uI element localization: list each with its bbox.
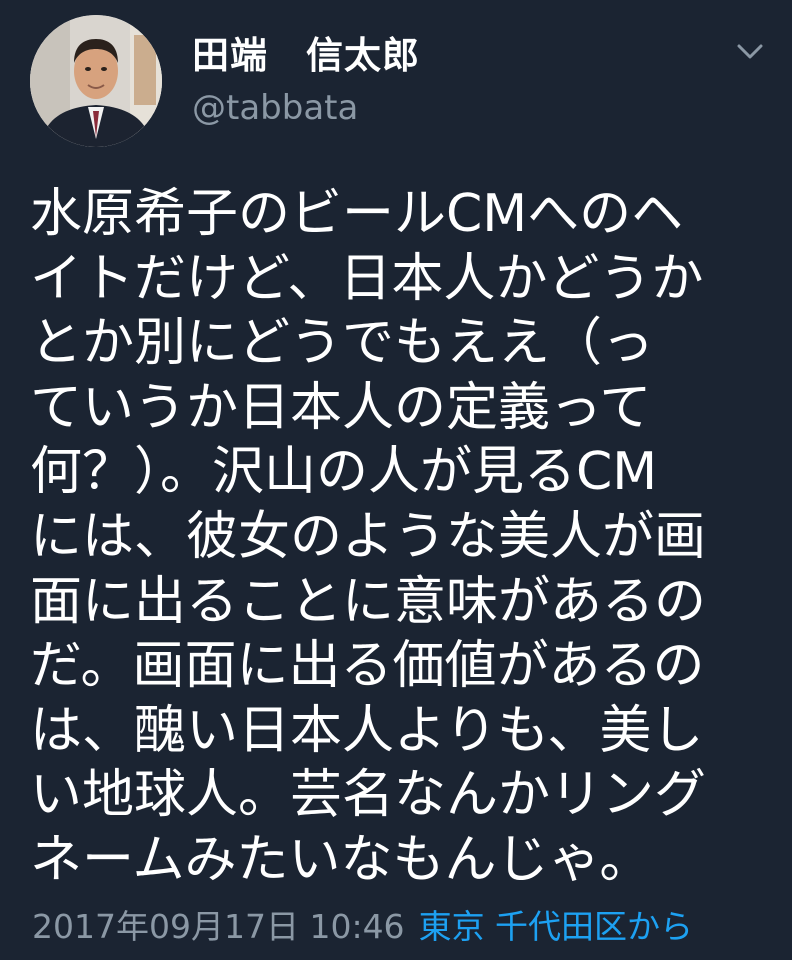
tweet-location-link[interactable]: 東京 千代田区から [419,907,694,946]
avatar[interactable] [30,15,162,147]
avatar-photo [30,15,162,147]
tweet-meta: 2017年09月17日 10:46 東京 千代田区から [32,903,693,951]
chevron-down-icon[interactable] [730,32,770,72]
author-handle[interactable]: @tabbata [192,86,358,130]
tweet-text: 水原希子のビールCMへのヘ イトだけど、日本人かどうか とか別にどうでもええ（っ… [30,184,707,890]
tweet-timestamp[interactable]: 2017年09月17日 10:46 [32,907,405,946]
author-display-name[interactable]: 田端 信太郎 [192,34,420,78]
